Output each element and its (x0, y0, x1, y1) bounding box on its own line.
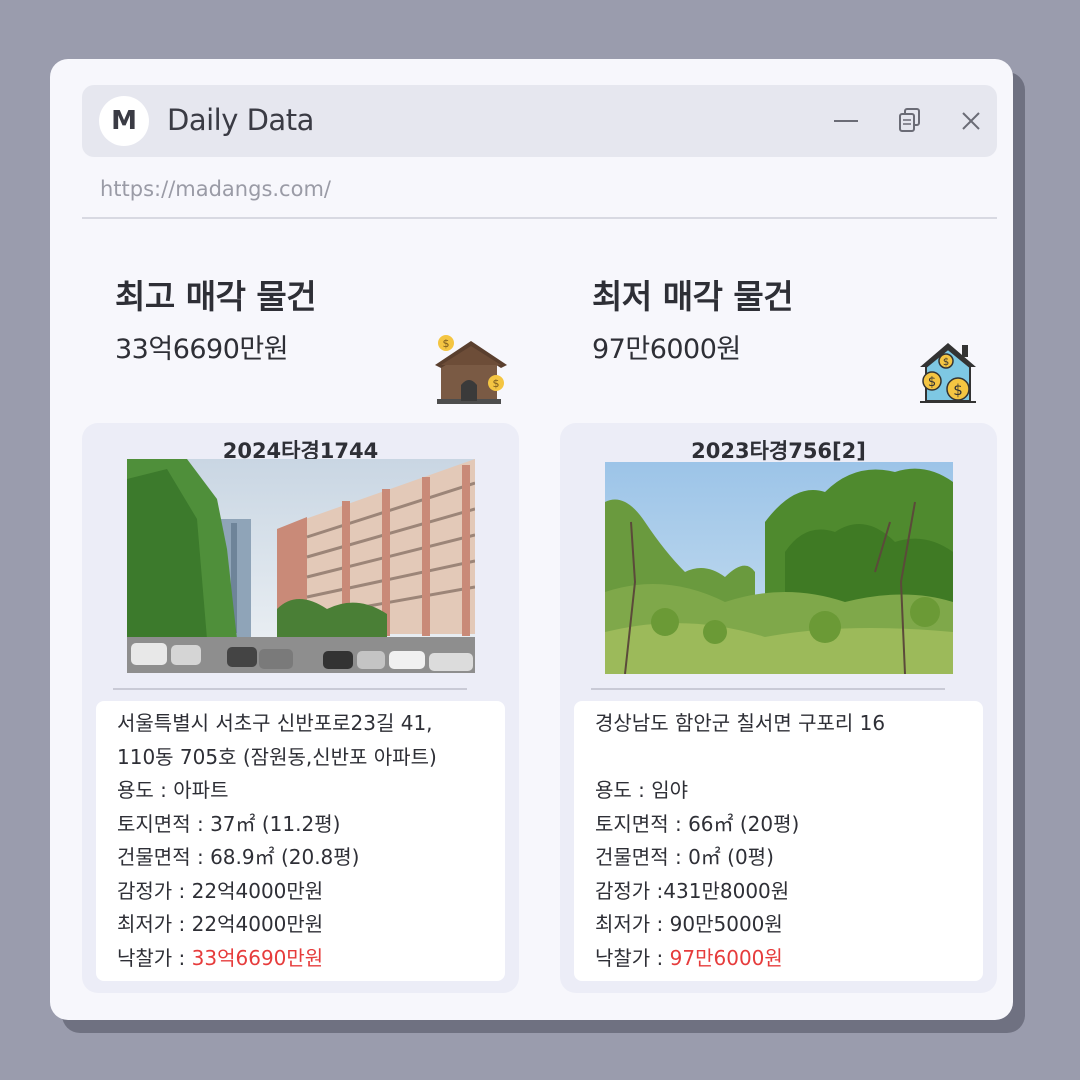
close-icon (962, 112, 980, 130)
building-label: 건물면적 : (117, 845, 211, 869)
close-button[interactable] (953, 103, 989, 139)
highest-price: 33억6690만원 (115, 334, 289, 365)
usage-label: 용도 : (595, 778, 652, 802)
winning-value: 97만6000원 (669, 945, 783, 970)
header-divider (82, 217, 997, 219)
lowest-appraisal-row: 감정가 :431만8000원 (595, 875, 983, 909)
lowest-address-line1: 경상남도 함안군 칠서면 구포리 16 (595, 711, 886, 735)
highest-card-divider (113, 688, 467, 690)
lowest-heading: 최저 매각 물건 (592, 277, 794, 316)
highest-card[interactable]: 2024타경1744 서울특별시 서초구 신반포로23길 41, 110동 70… (82, 423, 519, 993)
app-window: M Daily Data https://madangs.com/ 최고 매각 … (50, 59, 1013, 1020)
winning-label: 낙찰가 : (595, 945, 670, 970)
svg-text:$: $ (493, 377, 500, 390)
winning-label: 낙찰가 : (117, 945, 192, 970)
appraisal-value: 431만8000원 (663, 878, 790, 903)
minimum-label: 최저가 : (595, 912, 670, 936)
building-label: 건물면적 : (595, 845, 689, 869)
highest-minimum-row: 최저가 : 22억4000만원 (117, 908, 505, 942)
house-coins-icon: $ $ $ (916, 339, 980, 409)
minimize-icon (834, 120, 858, 122)
lowest-building-row: 건물면적 : 0㎡ (0평) (595, 841, 983, 875)
highest-winning-row: 낙찰가 : 33억6690만원 (117, 942, 505, 976)
title-bar: M Daily Data (82, 85, 997, 157)
minimum-value: 90만5000원 (669, 912, 783, 936)
highest-details: 서울특별시 서초구 신반포로23길 41, 110동 705호 (잠원동,신반포… (96, 701, 505, 981)
restore-icon (899, 108, 920, 132)
address-spacer (595, 741, 983, 775)
usage-label: 용도 : (117, 778, 174, 802)
svg-text:$: $ (928, 375, 936, 390)
lowest-land-row: 토지면적 : 66㎡ (20평) (595, 808, 983, 842)
land-label: 토지면적 : (595, 811, 689, 836)
highest-usage-row: 용도 : 아파트 (117, 774, 505, 808)
lowest-minimum-row: 최저가 : 90만5000원 (595, 908, 983, 942)
highest-land-row: 토지면적 : 37㎡ (11.2평) (117, 808, 505, 842)
lowest-winning-row: 낙찰가 : 97만6000원 (595, 942, 983, 976)
building-value: 0㎡ (0평) (688, 845, 774, 869)
land-label: 토지면적 : (117, 811, 211, 836)
lowest-details: 경상남도 함안군 칠서면 구포리 16 용도 : 임야 토지면적 : 66㎡ (… (574, 701, 983, 981)
app-title: Daily Data (167, 103, 314, 137)
svg-text:$: $ (943, 357, 949, 368)
winning-value: 33억6690만원 (191, 945, 324, 970)
building-value: 68.9㎡ (20.8평) (210, 845, 360, 869)
highest-building-row: 건물면적 : 68.9㎡ (20.8평) (117, 841, 505, 875)
minimum-value: 22억4000만원 (191, 912, 324, 936)
land-value: 37㎡ (11.2평) (210, 811, 341, 836)
apartment-photo (127, 459, 475, 673)
app-logo: M (99, 96, 149, 146)
usage-value: 아파트 (173, 778, 229, 802)
minimize-button[interactable] (829, 103, 865, 139)
appraisal-label: 감정가 : (117, 878, 192, 903)
lowest-usage-row: 용도 : 임야 (595, 774, 983, 808)
svg-text:$: $ (443, 337, 450, 350)
highest-address-line2: 110동 705호 (잠원동,신반포 아파트) (117, 744, 437, 769)
highest-heading: 최고 매각 물건 (115, 277, 317, 316)
url-text[interactable]: https://madangs.com/ (100, 177, 331, 201)
lowest-case-number: 2023타경756[2] (691, 439, 866, 463)
highest-address-line1: 서울특별시 서초구 신반포로23길 41, (117, 711, 433, 735)
land-value: 66㎡ (20평) (688, 811, 800, 836)
house-money-icon: $ $ (433, 333, 509, 409)
usage-value: 임야 (651, 778, 689, 802)
forest-land-photo (605, 462, 953, 674)
appraisal-label: 감정가 : (595, 878, 664, 903)
appraisal-value: 22억4000만원 (191, 878, 324, 903)
lowest-price: 97만6000원 (592, 334, 741, 365)
lowest-card[interactable]: 2023타경756[2] 경상남도 함안군 칠서면 구포리 16 용도: 임야… (560, 423, 997, 993)
svg-text:$: $ (953, 381, 963, 399)
restore-button[interactable] (893, 103, 929, 139)
lowest-card-divider (591, 688, 945, 690)
highest-appraisal-row: 감정가 : 22억4000만원 (117, 875, 505, 909)
minimum-label: 최저가 : (117, 912, 192, 936)
